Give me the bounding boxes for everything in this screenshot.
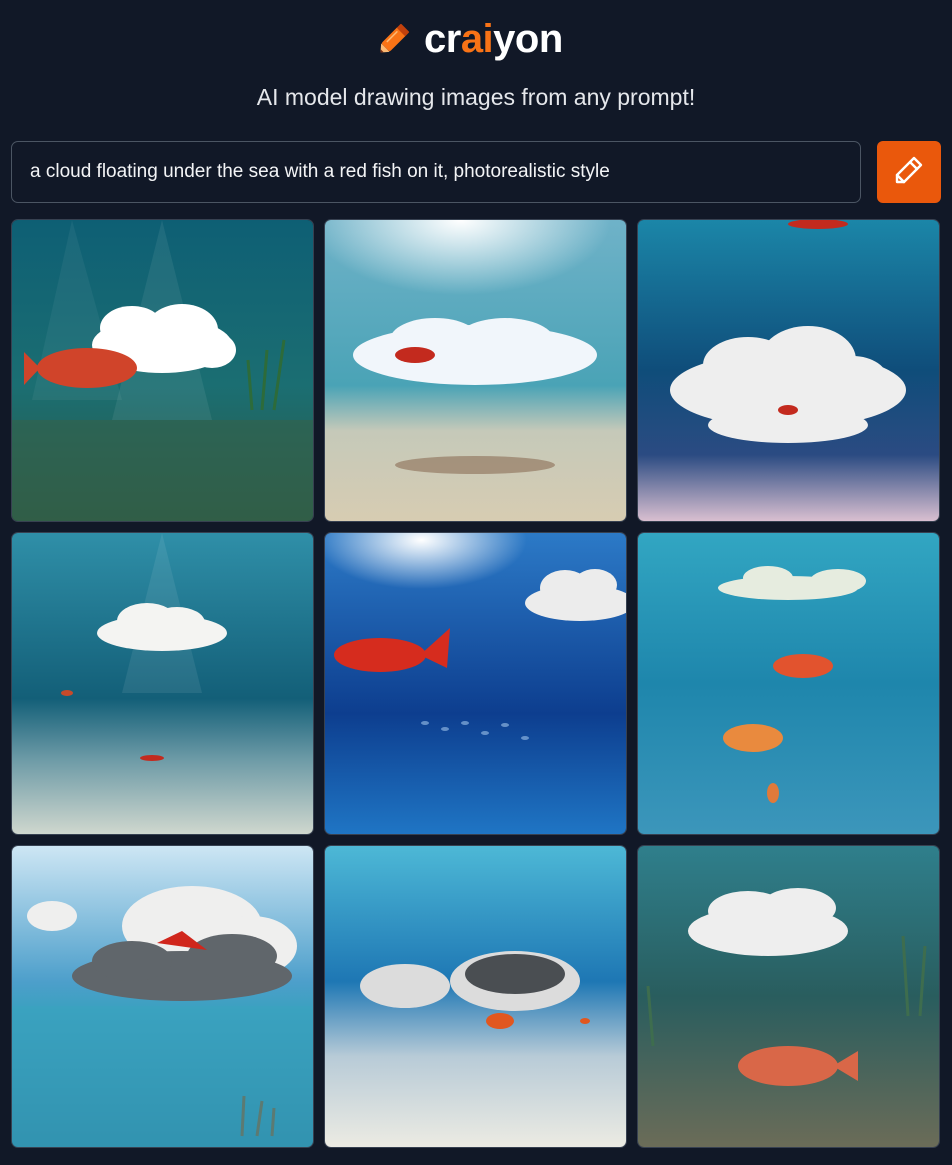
result-image-5[interactable]: [324, 532, 627, 835]
result-image-9[interactable]: [637, 845, 940, 1148]
result-image-3[interactable]: [637, 219, 940, 522]
logo-wordmark: craiyon: [424, 14, 563, 64]
result-image-7[interactable]: [11, 845, 314, 1148]
draw-button[interactable]: [877, 141, 941, 203]
crayon-logo-icon: [374, 15, 418, 64]
result-image-6[interactable]: [637, 532, 940, 835]
result-image-4[interactable]: [11, 532, 314, 835]
prompt-field[interactable]: [11, 141, 861, 203]
result-image-1[interactable]: [11, 219, 314, 522]
logo-highlight: ai: [460, 17, 494, 61]
pencil-icon: [892, 153, 926, 192]
results-grid: [11, 219, 941, 1148]
tagline: AI model drawing images from any prompt!: [256, 84, 696, 110]
result-image-2[interactable]: [324, 219, 627, 522]
craiyon-logo[interactable]: craiyon: [374, 14, 563, 64]
logo-prefix: cr: [424, 17, 461, 61]
result-image-8[interactable]: [324, 845, 627, 1148]
prompt-input[interactable]: [28, 160, 852, 184]
logo-suffix: yon: [493, 17, 563, 61]
header: craiyon: [0, 14, 952, 64]
